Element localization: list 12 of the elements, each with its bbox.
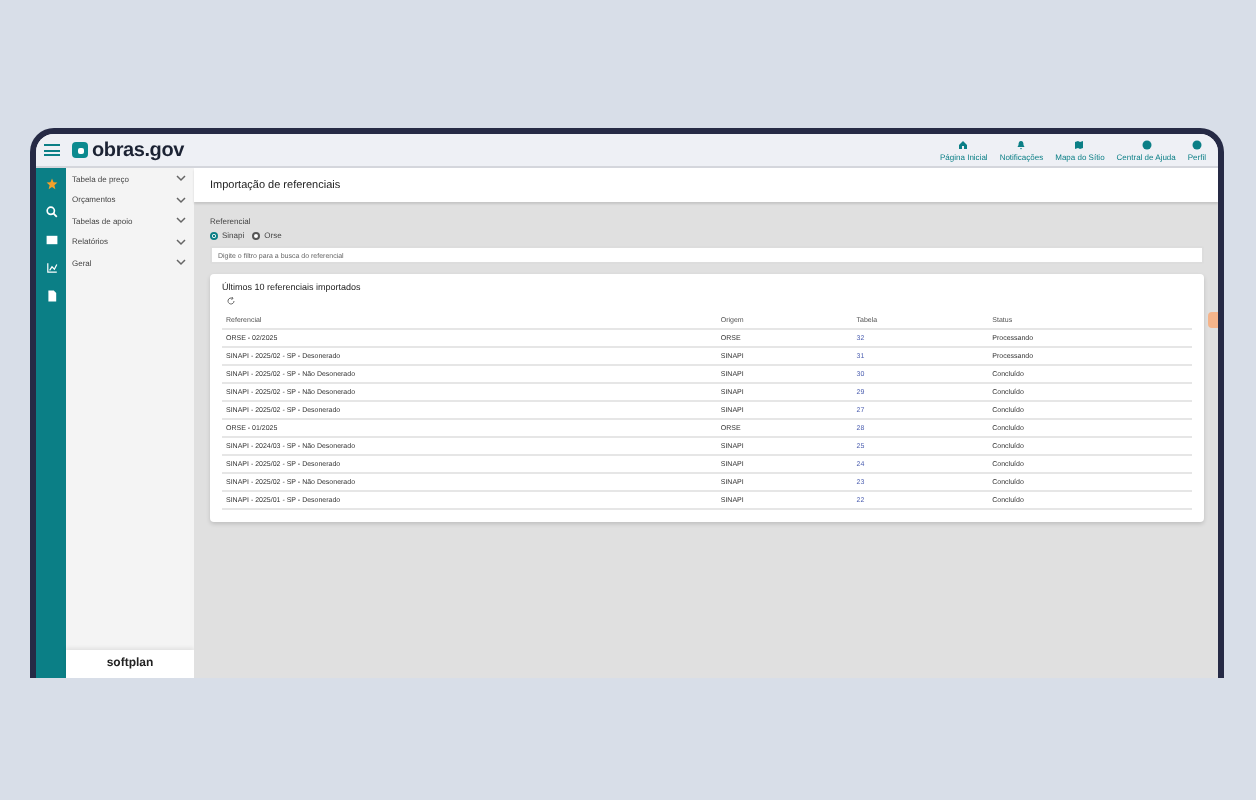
bell-icon [1016,139,1027,149]
document-icon [45,289,57,301]
refresh-icon[interactable] [226,296,236,306]
search-icon [45,205,57,217]
menu-icon[interactable] [44,144,60,156]
logo-icon [72,142,88,158]
star-icon [45,177,57,189]
home-icon [958,139,969,149]
app-logo[interactable]: obras.gov [92,139,184,161]
chart-icon [45,261,57,273]
map-icon [1074,139,1085,149]
card-icon [45,233,57,245]
